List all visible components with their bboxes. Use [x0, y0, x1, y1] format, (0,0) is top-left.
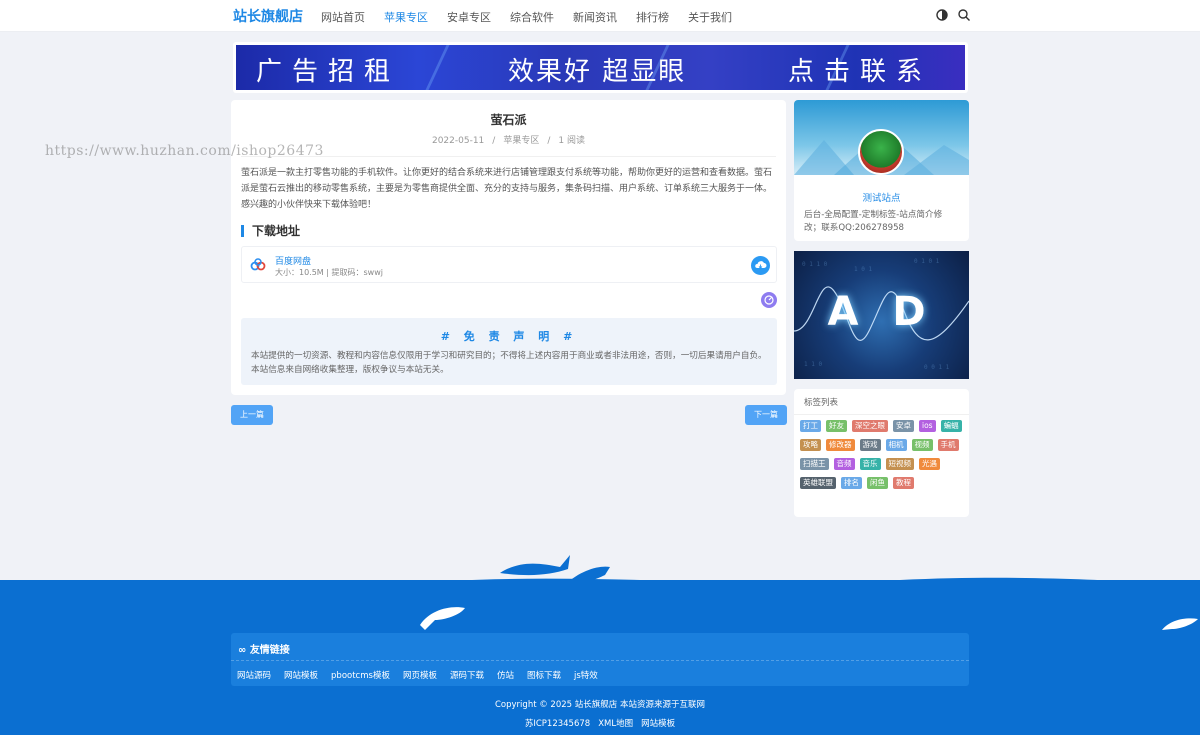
friend-link[interactable]: 图标下载	[527, 669, 561, 681]
watermark-url: https://www.huzhan.com/ishop26473	[45, 143, 324, 159]
friend-link[interactable]: 网站源码	[237, 669, 271, 681]
banner-text-rent: 广告招租	[256, 57, 401, 87]
tag-item[interactable]: 攻略	[800, 439, 821, 451]
nav-item-ranking[interactable]: 排行榜	[636, 9, 669, 25]
tag-item[interactable]: 安卓	[893, 420, 914, 432]
disclaimer-title: # 免 责 声 明 #	[440, 330, 578, 343]
ad-text: A D	[827, 289, 936, 335]
svg-text:0 0 1 1: 0 0 1 1	[924, 364, 950, 371]
tag-item[interactable]: 视频	[911, 439, 933, 451]
svg-text:1 0 1: 1 0 1	[854, 266, 872, 273]
svg-text:0 1 0 1: 0 1 0 1	[914, 258, 940, 265]
fish-icon	[1162, 618, 1198, 630]
tag-item[interactable]: 相机	[885, 439, 907, 451]
copyright: Copyright © 2025 站长旗舰店 本站资源来源于互联网	[495, 700, 705, 710]
banner-ad[interactable]: 广告招租 效果好 超显眼 点击联系	[233, 42, 968, 93]
fish-icon	[500, 555, 570, 576]
disclaimer-text: 本站提供的一切资源、教程和内容信息仅限用于学习和研究目的；不得将上述内容用于商业…	[251, 351, 767, 375]
tag-item[interactable]: 音频	[833, 458, 855, 470]
friend-link[interactable]: 仿站	[497, 669, 514, 681]
download-info: 大小：10.5M | 提取码：swwj	[275, 268, 383, 277]
friend-links-box: ∞ 友情链接 网站源码 网站模板 pbootcms模板 网页模板 源码下载 仿站…	[231, 633, 969, 686]
divider	[231, 660, 969, 661]
theme-toggle-icon[interactable]	[935, 8, 949, 22]
tag-list: 打工 好友 深空之眼 安卓 ios 蝙蝠攻略 修改器 游戏 相机 视频 手机扫描王 音频 音乐 短视频 光遇…	[800, 420, 968, 496]
sidebar-ad[interactable]: 0 1 1 0 1 0 1 0 1 0 1 1 1 0 0 0 1 1 A D	[794, 251, 969, 379]
tag-item[interactable]: 闲鱼	[867, 477, 888, 489]
divider	[794, 414, 969, 415]
tag-item[interactable]: 短视频	[885, 458, 914, 470]
article-date: 2022-05-11	[431, 136, 485, 146]
avatar[interactable]	[858, 129, 904, 175]
tag-item[interactable]: 排名	[841, 477, 862, 489]
tag-item[interactable]: 音乐	[859, 458, 881, 470]
tag-list-title: 标签列表	[804, 398, 839, 408]
friend-link[interactable]: 网页模板	[403, 669, 437, 681]
friend-link[interactable]: js特效	[574, 669, 598, 681]
nav-item-home[interactable]: 网站首页	[321, 9, 365, 25]
svg-text:1 1 0: 1 1 0	[804, 361, 822, 368]
friend-link[interactable]: pbootcms模板	[331, 669, 390, 681]
tag-item[interactable]: 光遇	[919, 458, 940, 470]
tag-item[interactable]: 修改器	[826, 439, 855, 451]
tag-item[interactable]: 手机	[937, 439, 959, 451]
sitemap-link[interactable]: XML地图	[598, 719, 633, 729]
icp-number[interactable]: 苏ICP12345678	[525, 719, 590, 729]
download-name[interactable]: 百度网盘	[275, 254, 311, 267]
friend-link[interactable]: 源码下载	[450, 669, 484, 681]
site-logo[interactable]: 站长旗舰店	[233, 6, 303, 26]
nav-item-about[interactable]: 关于我们	[688, 9, 732, 25]
article-title: 萤石派	[490, 113, 527, 127]
article-category[interactable]: 苹果专区	[503, 136, 539, 146]
next-article-button[interactable]: 下一篇	[745, 405, 787, 425]
search-icon[interactable]	[957, 8, 971, 22]
top-header: 站长旗舰店 网站首页 苹果专区 安卓专区 综合软件 新闻资讯 排行榜 关于我们	[0, 0, 1200, 32]
friend-links-list: 网站源码 网站模板 pbootcms模板 网页模板 源码下载 仿站 图标下载 j…	[237, 669, 611, 681]
friend-links-title: ∞ 友情链接	[238, 645, 290, 656]
download-heading: 下载地址	[241, 225, 300, 237]
tag-item[interactable]: ios	[919, 420, 936, 432]
fish-icon	[420, 607, 465, 630]
nav-item-software[interactable]: 综合软件	[510, 9, 554, 25]
tag-item[interactable]: 游戏	[859, 439, 881, 451]
template-link[interactable]: 网站模板	[641, 719, 675, 729]
banner-image: 广告招租 效果好 超显眼 点击联系	[236, 45, 965, 90]
icp-links: 苏ICP12345678 XML地图 网站模板	[0, 717, 1200, 729]
share-icon[interactable]	[761, 292, 777, 308]
tag-item[interactable]: 深空之眼	[852, 420, 888, 432]
baidu-netdisk-icon	[250, 257, 266, 276]
tag-item[interactable]: 英雄联盟	[800, 477, 836, 489]
profile-description: 后台-全局配置-定制标签-站点简介修改；联系QQ:206278958	[804, 210, 943, 233]
banner-text-contact: 点击联系	[788, 57, 933, 87]
nav-item-android[interactable]: 安卓专区	[447, 9, 491, 25]
tag-item[interactable]: 教程	[893, 477, 914, 489]
nav-item-apple[interactable]: 苹果专区	[384, 9, 428, 25]
tag-list-card: 标签列表 打工 好友 深空之眼 安卓 ios 蝙蝠攻略 修改器 游戏 相机 视频 手机扫描王 音频 音乐…	[794, 389, 969, 517]
site-profile-card: 测试站点 后台-全局配置-定制标签-站点简介修改；联系QQ:206278958	[794, 100, 969, 241]
tag-item[interactable]: 蝙蝠	[940, 420, 962, 432]
friend-link[interactable]: 网站模板	[284, 669, 318, 681]
main-nav: 网站首页 苹果专区 安卓专区 综合软件 新闻资讯 排行榜 关于我们	[321, 9, 751, 25]
article-body: 萤石派是一款主打零售功能的手机软件。让你更好的结合系统来进行店铺管理跟支付系统等…	[241, 168, 773, 210]
tag-item[interactable]: 好友	[826, 420, 847, 432]
tag-item[interactable]: 扫描王	[800, 458, 829, 470]
link-icon: ∞	[238, 645, 250, 656]
article-reads: 1 阅读	[558, 136, 585, 146]
tag-item[interactable]: 打工	[800, 420, 821, 432]
nav-item-news[interactable]: 新闻资讯	[573, 9, 617, 25]
download-item[interactable]: 百度网盘 大小：10.5M | 提取码：swwj	[241, 246, 777, 283]
profile-name[interactable]: 测试站点	[794, 190, 969, 204]
banner-text-effect: 效果好 超显眼	[508, 57, 687, 87]
svg-text:0 1 1 0: 0 1 1 0	[802, 261, 828, 268]
cloud-download-icon[interactable]	[751, 256, 770, 275]
prev-article-button[interactable]: 上一篇	[231, 405, 273, 425]
disclaimer-box: # 免 责 声 明 # 本站提供的一切资源、教程和内容信息仅限用于学习和研究目的…	[241, 318, 777, 385]
